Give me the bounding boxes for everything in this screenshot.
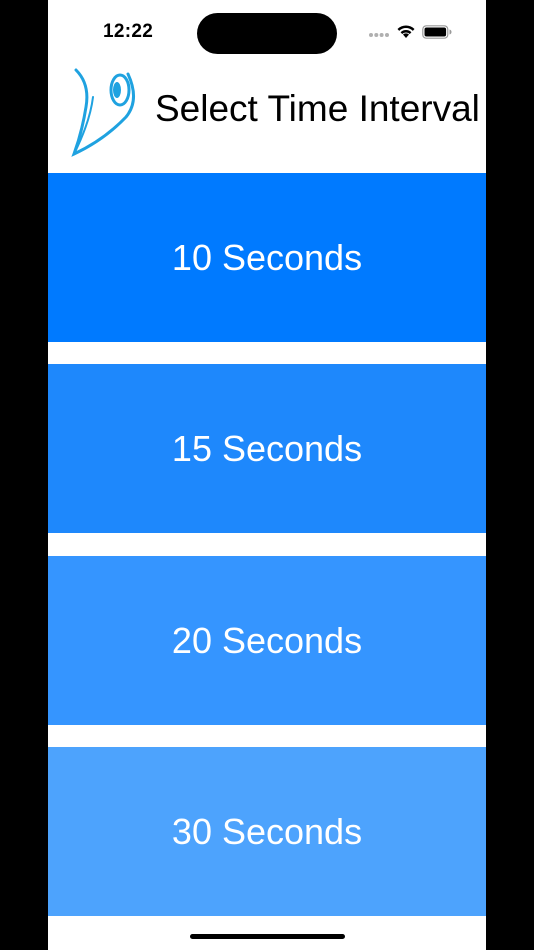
- option-label: 30 Seconds: [171, 810, 363, 852]
- app-screen: 12:22 Select Time Interval 10 Seconds 15…: [48, 0, 486, 950]
- option-15-seconds-button[interactable]: 15 Seconds: [48, 364, 486, 533]
- status-icons: [368, 24, 452, 44]
- home-indicator[interactable]: [190, 934, 345, 939]
- option-30-seconds-button[interactable]: 30 Seconds: [48, 747, 486, 916]
- option-label: 15 Seconds: [171, 427, 363, 469]
- speech-bubble-logo-icon: [68, 62, 138, 157]
- option-label: 10 Seconds: [171, 236, 363, 278]
- option-10-seconds-button[interactable]: 10 Seconds: [48, 173, 486, 342]
- cellular-dots-icon: [368, 25, 390, 43]
- battery-icon: [422, 24, 452, 44]
- wifi-icon: [396, 24, 416, 44]
- dynamic-island: [197, 13, 337, 54]
- option-20-seconds-button[interactable]: 20 Seconds: [48, 556, 486, 725]
- status-bar: 12:22: [48, 0, 486, 60]
- option-label: 20 Seconds: [171, 619, 363, 661]
- page-title: Select Time Interval: [155, 88, 480, 129]
- status-time: 12:22: [103, 21, 154, 42]
- header: Select Time Interval: [48, 60, 486, 173]
